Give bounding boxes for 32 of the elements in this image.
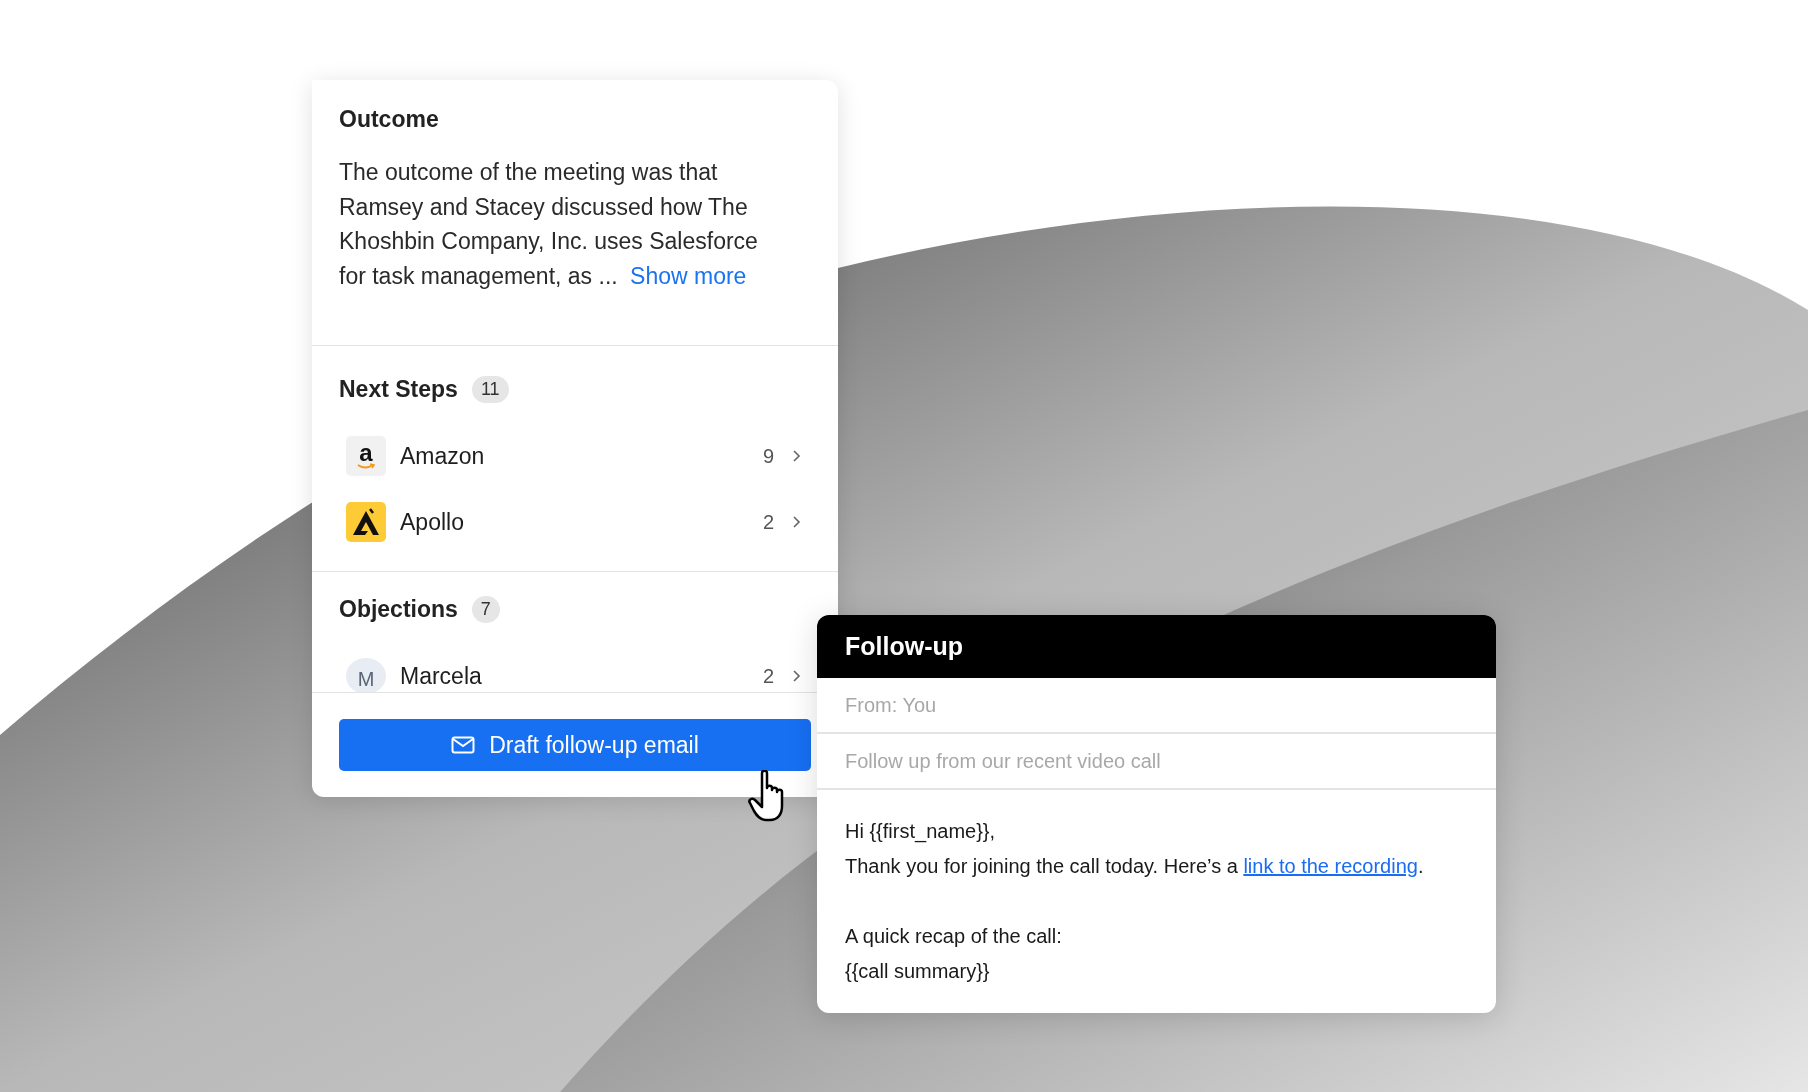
count-badge: 7 [471, 596, 500, 624]
recording-link[interactable]: link to the recording [1243, 855, 1418, 877]
email-text: {{call summary}} [845, 959, 991, 984]
draft-email-button[interactable]: Draft follow-up email [339, 719, 811, 772]
item-count: 9 [762, 444, 774, 468]
chevron-right-icon [792, 669, 801, 683]
mail-icon [451, 736, 476, 755]
email-title-bar: Follow-up [817, 615, 1496, 678]
amazon-logo-icon: a [346, 436, 386, 477]
item-count: 2 [762, 510, 774, 534]
section-title: Objections [339, 596, 458, 624]
item-count: 2 [762, 664, 774, 688]
email-text: A quick recap of the call: [845, 924, 1063, 949]
show-more-link[interactable]: Show more [630, 262, 747, 289]
list-item[interactable]: M Marcela 2 [339, 643, 811, 693]
item-name: Amazon [400, 442, 486, 470]
list-item[interactable]: Apollo 2 [339, 489, 811, 556]
subject-field[interactable]: Follow up from our recent video call [817, 734, 1496, 790]
section-title: Next Steps [339, 376, 458, 404]
list-item[interactable]: a Amazon 9 [339, 423, 811, 490]
avatar: M [346, 658, 386, 693]
chevron-right-icon [792, 515, 801, 529]
item-name: Marcela [400, 662, 483, 690]
email-text: Hi {{first_name}}, [845, 819, 997, 845]
section-title: Outcome [339, 106, 440, 133]
apollo-logo-icon [346, 502, 386, 543]
from-field[interactable]: From: You [817, 678, 1496, 734]
outcome-text: The outcome of the meeting was that Ramsey and Stacey discussed how The Khoshbin Company, Inc. uses Salesforce for task management, as ... Show more [339, 158, 759, 291]
item-name: Apollo [400, 508, 465, 536]
count-badge: 11 [471, 376, 509, 404]
email-text: Thank you for joining the call today. Here’s a link to the recording. [845, 854, 1425, 879]
chevron-right-icon [792, 449, 801, 463]
